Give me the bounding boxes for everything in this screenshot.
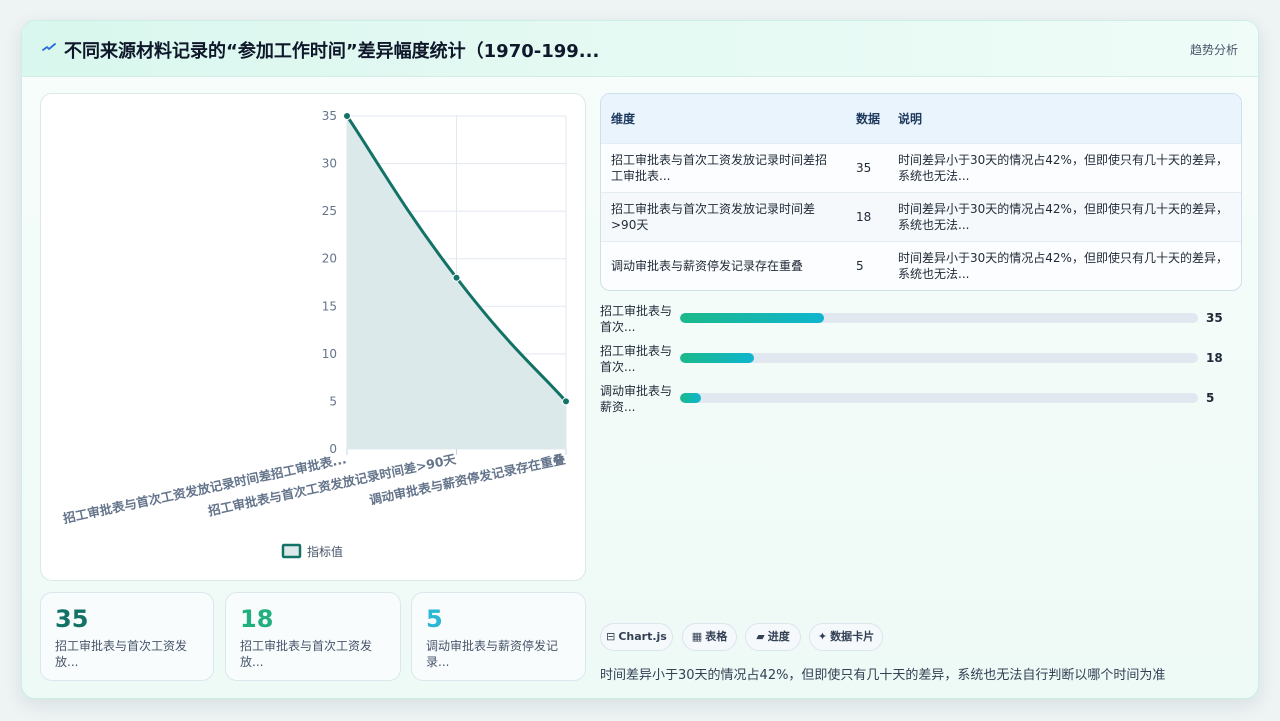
- progress-value: 18: [1206, 351, 1223, 365]
- stat-value: 5: [426, 605, 443, 633]
- chip-label: 数据卡片: [830, 630, 875, 643]
- chart-icon: ⊟: [606, 630, 616, 643]
- chip-label: 表格: [705, 630, 728, 643]
- chip-progress[interactable]: ▰ 进度: [745, 623, 801, 651]
- progress-item: 调动审批表与薪资... 5: [600, 383, 1242, 417]
- table-header-row: 维度 数据 说明: [601, 94, 1241, 143]
- trend-analysis-link[interactable]: 趋势分析: [1190, 41, 1238, 58]
- table-cell: 时间差异小于30天的情况占42%，但即使只有几十天的差异，系统也无法...: [888, 142, 1241, 192]
- chip-label: 进度: [767, 630, 790, 643]
- progress-icon: ▰: [756, 630, 765, 643]
- table-row: 招工审批表与首次工资发放记录时间差招工审批表... 35 时间差异小于30天的情…: [601, 142, 1241, 192]
- y-tick-label: 30: [322, 157, 337, 171]
- x-tick-label: 调动审批表与薪资停发记录存在重叠: [368, 451, 567, 507]
- table-row: 招工审批表与首次工资发放记录时间差>90天 18 时间差异小于30天的情况占42…: [601, 191, 1241, 241]
- data-point: [343, 112, 351, 120]
- column-header: 数据: [856, 111, 881, 126]
- dashboard-card: 不同来源材料记录的“参加工作时间”差异幅度统计（1970-199... 趋势分析…: [21, 20, 1259, 699]
- page-title: 不同来源材料记录的“参加工作时间”差异幅度统计（1970-199...: [64, 41, 600, 62]
- stat-value: 35: [55, 605, 89, 633]
- table-cell: 调动审批表与薪资停发记录存在重叠: [601, 240, 848, 290]
- stat-value: 18: [240, 605, 274, 633]
- table-icon: ▦: [691, 630, 703, 643]
- progress-track: [680, 313, 1198, 323]
- progress-label: 招工审批表与首次...: [600, 344, 673, 374]
- data-table: 维度 数据 说明 招工审批表与首次工资发放记录时间差招工审批表... 35 时间…: [600, 93, 1242, 291]
- table-cell: 时间差异小于30天的情况占42%，但即使只有几十天的差异，系统也无法...: [888, 191, 1241, 241]
- progress-value: 35: [1206, 311, 1223, 325]
- y-tick-label: 5: [329, 394, 337, 408]
- area-chart: 05101520253035招工审批表与首次工资发放记录时间差招工审批表...招…: [62, 109, 570, 559]
- sparkle-icon: ✦: [817, 630, 828, 643]
- chart-panel: 0 5 10 15 20 25 30 35 招工审批表与首次工资发放记录时间差招工审批表... 招…: [40, 93, 586, 581]
- chip-data-cards[interactable]: ✦ 数据卡片: [809, 623, 883, 651]
- stat-label: 调动审批表与薪资停发记录...: [426, 639, 559, 669]
- y-tick-label: 25: [322, 204, 337, 218]
- table-cell: 35: [848, 142, 888, 192]
- y-tick-label: 35: [322, 109, 337, 123]
- table-cell: 5: [848, 240, 888, 290]
- table-cell: 招工审批表与首次工资发放记录时间差>90天: [601, 191, 848, 241]
- stat-label: 招工审批表与首次工资发放...: [240, 639, 373, 669]
- legend-label: 指标值: [307, 544, 343, 559]
- column-header: 说明: [898, 111, 923, 126]
- card-header: 不同来源材料记录的“参加工作时间”差异幅度统计（1970-199... 趋势分析: [22, 21, 1258, 77]
- progress-fill: [680, 393, 701, 403]
- y-tick-label: 20: [322, 252, 337, 266]
- stat-label: 招工审批表与首次工资发放...: [55, 639, 188, 669]
- chip-label: Chart.js: [618, 630, 667, 643]
- table-cell: 招工审批表与首次工资发放记录时间差招工审批表...: [601, 142, 848, 192]
- progress-item: 招工审批表与首次... 18: [600, 343, 1242, 377]
- stat-card-3: 5 调动审批表与薪资停发记录...: [411, 592, 586, 681]
- legend-swatch: [281, 543, 302, 559]
- progress-fill: [680, 313, 824, 323]
- progress-track: [680, 353, 1198, 363]
- table-cell: 18: [848, 191, 888, 241]
- data-point: [562, 397, 570, 406]
- table-row: 调动审批表与薪资停发记录存在重叠 5 时间差异小于30天的情况占42%，但即使只…: [601, 240, 1241, 290]
- progress-value: 5: [1206, 391, 1215, 405]
- table-cell: 时间差异小于30天的情况占42%，但即使只有几十天的差异，系统也无法...: [888, 240, 1241, 290]
- progress-item: 招工审批表与首次... 35: [600, 303, 1242, 337]
- column-header: 维度: [611, 111, 636, 126]
- y-tick-label: 10: [322, 347, 337, 361]
- pulse-line-icon: [42, 43, 56, 51]
- progress-fill: [680, 353, 754, 363]
- data-point: [452, 273, 461, 282]
- progress-track: [680, 393, 1198, 403]
- footnote: 时间差异小于30天的情况占42%，但即使只有几十天的差异，系统也无法自行判断以哪…: [600, 668, 1166, 683]
- stat-card-2: 18 招工审批表与首次工资发放...: [225, 592, 401, 681]
- chip-chartjs[interactable]: ⊟ Chart.js: [600, 623, 673, 651]
- progress-label: 招工审批表与首次...: [600, 304, 673, 334]
- y-tick-label: 15: [322, 299, 337, 313]
- chip-table[interactable]: ▦ 表格: [682, 623, 737, 651]
- progress-label: 调动审批表与薪资...: [600, 384, 673, 414]
- stat-card-1: 35 招工审批表与首次工资发放...: [40, 592, 214, 681]
